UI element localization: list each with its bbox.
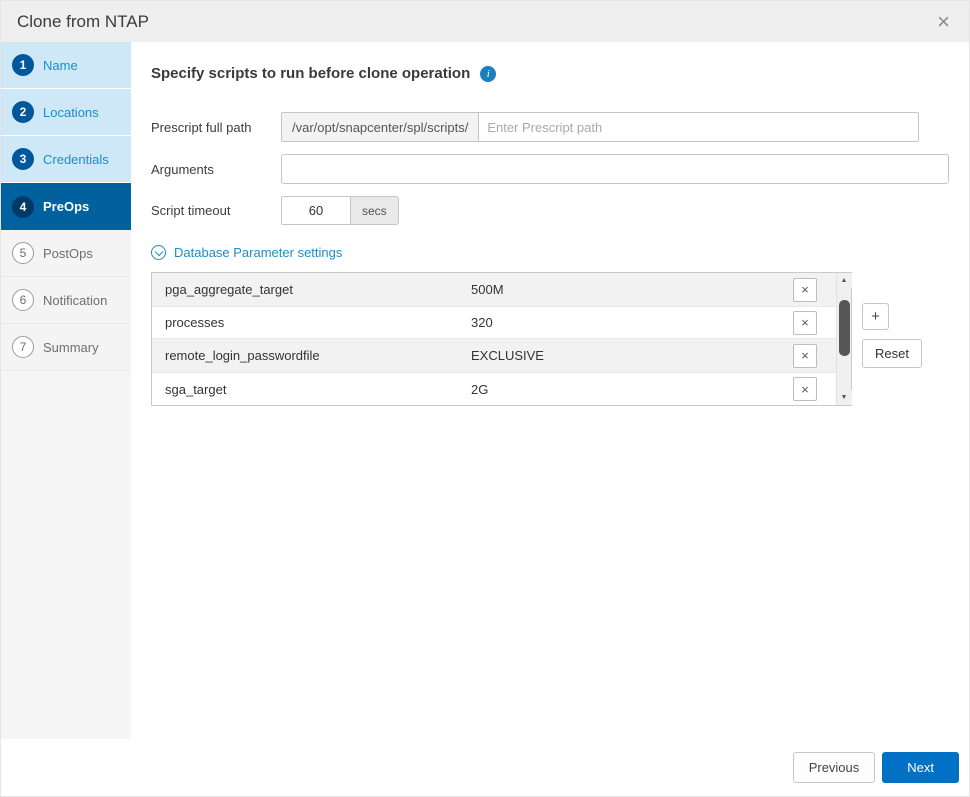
prescript-input-group: /var/opt/snapcenter/spl/scripts/: [281, 112, 919, 142]
db-params-rows: pga_aggregate_target 500M × processes 32…: [152, 273, 836, 405]
step-label: PostOps: [43, 246, 93, 261]
scroll-down-icon[interactable]: ▼: [837, 390, 852, 405]
table-row: remote_login_passwordfile EXCLUSIVE ×: [152, 339, 836, 372]
param-action-cell: ×: [774, 344, 836, 368]
db-params-table: pga_aggregate_target 500M × processes 32…: [151, 272, 852, 406]
param-value-cell: 500M: [462, 282, 774, 297]
prescript-label: Prescript full path: [151, 120, 281, 135]
step-locations[interactable]: 2 Locations: [1, 89, 131, 136]
chevron-down-circle-icon: [151, 245, 166, 260]
wizard-steps-sidebar: 1 Name 2 Locations 3 Credentials 4 PreOp…: [1, 42, 131, 741]
arguments-input[interactable]: [281, 154, 949, 184]
table-row: processes 320 ×: [152, 306, 836, 339]
timeout-input-group: secs: [281, 196, 399, 225]
param-name-cell: remote_login_passwordfile: [152, 348, 462, 363]
param-action-cell: ×: [774, 377, 836, 401]
param-action-cell: ×: [774, 311, 836, 335]
param-name-cell: pga_aggregate_target: [152, 282, 462, 297]
table-side-buttons: + Reset: [862, 303, 922, 368]
step-number-badge: 4: [12, 196, 34, 218]
dialog-titlebar: Clone from NTAP ×: [1, 1, 969, 42]
scrollbar-thumb[interactable]: [839, 300, 850, 356]
prescript-path-prefix: /var/opt/snapcenter/spl/scripts/: [282, 113, 479, 141]
dialog-body: 1 Name 2 Locations 3 Credentials 4 PreOp…: [1, 42, 969, 741]
previous-button[interactable]: Previous: [793, 752, 876, 783]
step-name[interactable]: 1 Name: [1, 42, 131, 89]
table-row: pga_aggregate_target 500M ×: [152, 273, 836, 306]
remove-row-icon[interactable]: ×: [793, 377, 817, 401]
reset-button[interactable]: Reset: [862, 339, 922, 368]
remove-row-icon[interactable]: ×: [793, 278, 817, 302]
step-label: Name: [43, 58, 78, 73]
step-label: Credentials: [43, 152, 109, 167]
param-value-cell: EXCLUSIVE: [462, 348, 774, 363]
script-timeout-label: Script timeout: [151, 203, 281, 218]
remove-row-icon[interactable]: ×: [793, 344, 817, 368]
param-name-cell: sga_target: [152, 382, 462, 397]
remove-row-icon[interactable]: ×: [793, 311, 817, 335]
step-postops[interactable]: 5 PostOps: [1, 230, 131, 277]
page-title: Specify scripts to run before clone oper…: [151, 65, 470, 82]
script-timeout-input[interactable]: [281, 196, 351, 225]
step-number-badge: 2: [12, 101, 34, 123]
step-number-badge: 6: [12, 289, 34, 311]
step-number-badge: 5: [12, 242, 34, 264]
step-label: Summary: [43, 340, 99, 355]
table-scrollbar[interactable]: ▲ ▼: [836, 273, 851, 405]
close-icon[interactable]: ×: [935, 11, 952, 33]
table-row: sga_target 2G ×: [152, 372, 836, 405]
next-button[interactable]: Next: [882, 752, 959, 783]
scroll-up-icon[interactable]: ▲: [837, 273, 852, 288]
param-action-cell: ×: [774, 278, 836, 302]
step-summary[interactable]: 7 Summary: [1, 324, 131, 371]
add-parameter-button[interactable]: +: [862, 303, 889, 330]
section-toggle-label: Database Parameter settings: [174, 245, 342, 260]
step-notification[interactable]: 6 Notification: [1, 277, 131, 324]
sidebar-filler: [1, 371, 131, 741]
arguments-row: Arguments: [151, 154, 949, 184]
info-icon[interactable]: i: [480, 66, 496, 82]
param-value-cell: 320: [462, 315, 774, 330]
step-label: Locations: [43, 105, 99, 120]
prescript-row: Prescript full path /var/opt/snapcenter/…: [151, 112, 949, 142]
param-name-cell: processes: [152, 315, 462, 330]
database-parameter-settings-toggle[interactable]: Database Parameter settings: [151, 245, 342, 260]
heading-row: Specify scripts to run before clone oper…: [151, 65, 949, 82]
scrollbar-track[interactable]: [837, 288, 852, 390]
param-value-cell: 2G: [462, 382, 774, 397]
arguments-label: Arguments: [151, 162, 281, 177]
dialog-title: Clone from NTAP: [17, 12, 149, 32]
main-content: Specify scripts to run before clone oper…: [131, 42, 970, 741]
prescript-path-input[interactable]: [479, 113, 918, 141]
step-number-badge: 1: [12, 54, 34, 76]
step-number-badge: 7: [12, 336, 34, 358]
db-params-area: pga_aggregate_target 500M × processes 32…: [151, 272, 949, 406]
step-number-badge: 3: [12, 148, 34, 170]
step-label: PreOps: [43, 199, 89, 214]
script-timeout-row: Script timeout secs: [151, 196, 949, 225]
step-credentials[interactable]: 3 Credentials: [1, 136, 131, 183]
step-preops[interactable]: 4 PreOps: [1, 183, 131, 230]
wizard-footer: Previous Next: [1, 739, 969, 796]
step-label: Notification: [43, 293, 107, 308]
clone-wizard-dialog: Clone from NTAP × 1 Name 2 Locations 3 C…: [0, 0, 970, 797]
timeout-unit-label: secs: [351, 196, 399, 225]
